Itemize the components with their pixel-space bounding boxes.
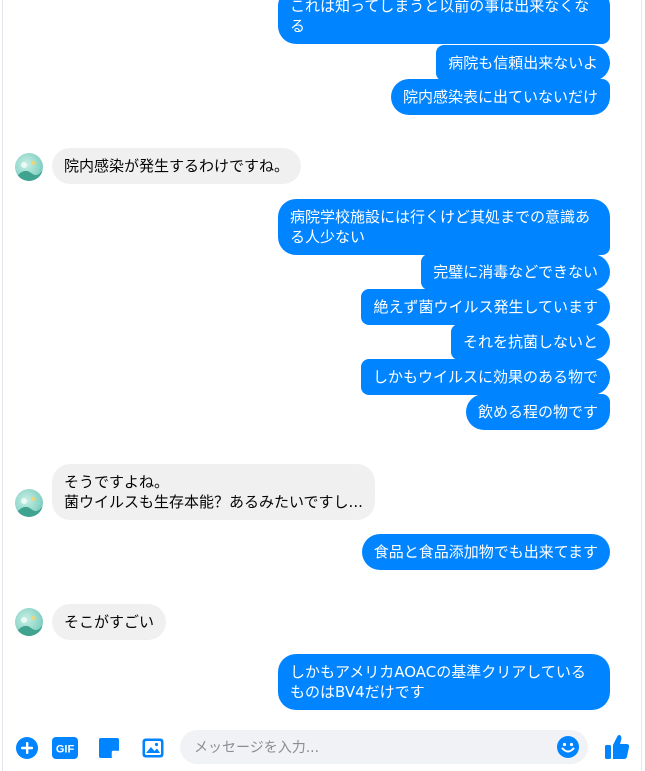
message-outgoing[interactable]: 絶えず菌ウイルス発生しています xyxy=(361,289,610,325)
message-outgoing[interactable]: 食品と食品添加物でも出来てます xyxy=(361,534,610,570)
message-input[interactable] xyxy=(192,730,556,766)
message-outgoing[interactable]: それを抗菌しないと xyxy=(450,324,610,360)
avatar-image xyxy=(18,616,42,636)
message-incoming[interactable]: 院内感染が発生するわけですね。 xyxy=(52,148,302,184)
emoji-icon[interactable] xyxy=(556,735,580,759)
message-outgoing[interactable]: これは知ってしまうと以前の事は出来なくなる xyxy=(278,0,610,44)
contact-avatar[interactable] xyxy=(15,608,43,636)
composer-bar: GIF xyxy=(0,724,645,771)
svg-text:GIF: GIF xyxy=(56,744,75,756)
avatar-image xyxy=(18,161,42,181)
message-thread[interactable]: これは知ってしまうと以前の事は出来なくなる 病院も信頼出来ないよ 院内感染表に出… xyxy=(0,0,645,724)
image-icon[interactable] xyxy=(141,736,165,760)
message-line: 菌ウイルスも生存本能？あるみたいですし... xyxy=(64,493,363,511)
gif-icon[interactable]: GIF xyxy=(52,736,78,760)
message-outgoing[interactable]: 飲める程の物です xyxy=(465,394,610,430)
sticker-icon[interactable] xyxy=(97,736,121,760)
message-outgoing[interactable]: しかもアメリカAOACの基準クリアしているものはBV4だけです xyxy=(278,654,610,710)
contact-avatar[interactable] xyxy=(15,153,43,181)
message-input-container[interactable] xyxy=(180,730,588,766)
plus-icon[interactable] xyxy=(15,736,39,760)
avatar-image xyxy=(18,497,42,517)
message-outgoing[interactable]: 病院も信頼出来ないよ xyxy=(436,45,610,81)
contact-avatar[interactable] xyxy=(15,489,43,517)
message-incoming[interactable]: そこがすごい xyxy=(52,604,167,640)
message-outgoing[interactable]: 完璧に消毒などできない xyxy=(421,254,610,290)
message-outgoing[interactable]: 院内感染表に出ていないだけ xyxy=(390,79,610,115)
thumbs-up-icon[interactable] xyxy=(604,733,630,761)
message-outgoing[interactable]: しかもウイルスに効果のある物で xyxy=(360,359,610,395)
message-line: そうですよね。 xyxy=(64,473,170,491)
message-outgoing[interactable]: 病院学校施設には行くけど其処までの意識ある人少ない xyxy=(278,199,610,255)
message-incoming[interactable]: そうですよね。 菌ウイルスも生存本能？あるみたいですし... xyxy=(52,464,375,520)
